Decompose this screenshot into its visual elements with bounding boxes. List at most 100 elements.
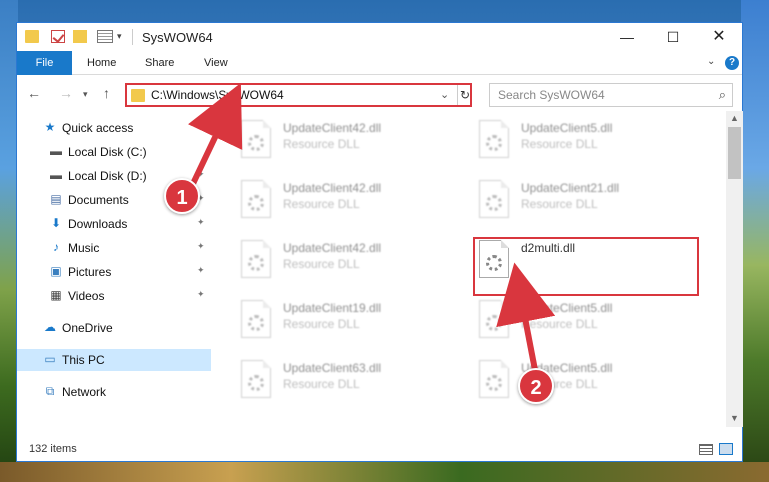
file-item[interactable]: UpdateClient42.dll Resource DLL bbox=[217, 175, 447, 227]
sidebar-item-label: Local Disk (D:) bbox=[68, 169, 147, 183]
address-path[interactable]: C:\Windows\SysWOW64 bbox=[151, 88, 284, 102]
properties-check-icon[interactable] bbox=[51, 30, 65, 43]
quick-access-toolbar-icon[interactable] bbox=[97, 30, 113, 43]
desktop-wallpaper-right bbox=[741, 0, 769, 482]
sidebar-item[interactable]: ▬ Local Disk (C:) bbox=[17, 141, 211, 163]
back-button[interactable]: ← bbox=[27, 85, 41, 101]
close-button[interactable]: ✕ bbox=[696, 23, 742, 51]
file-item[interactable]: UpdateClient63.dll Resource DLL bbox=[217, 355, 447, 407]
sidebar-item-label: OneDrive bbox=[62, 321, 113, 335]
file-name: UpdateClient5.dll bbox=[521, 121, 613, 135]
pin-icon[interactable]: ✦ bbox=[197, 241, 205, 252]
file-explorer-window: ▾ SysWOW64 — ☐ ✕ File Home Share View ⌄ … bbox=[16, 22, 743, 462]
file-name: UpdateClient21.dll bbox=[521, 181, 620, 195]
pictures-icon: ▣ bbox=[50, 264, 62, 278]
search-input[interactable]: Search SysWOW64 ⌕ bbox=[489, 83, 733, 107]
file-name: UpdateClient19.dll bbox=[283, 301, 382, 315]
file-type: Resource DLL bbox=[283, 257, 360, 271]
scroll-down-icon[interactable]: ▼ bbox=[730, 413, 739, 423]
dll-file-icon bbox=[241, 120, 271, 158]
address-bar[interactable]: C:\Windows\SysWOW64 ⌄ ↻ bbox=[125, 83, 472, 107]
ribbon-tabs: File Home Share View ⌄ ? bbox=[17, 51, 742, 75]
gear-icon bbox=[248, 195, 264, 211]
desktop-wallpaper-bottom bbox=[0, 462, 769, 482]
scrollbar-thumb[interactable] bbox=[728, 127, 741, 179]
file-item[interactable]: UpdateClient42.dll Resource DLL bbox=[217, 115, 447, 167]
details-view-icon[interactable] bbox=[699, 444, 713, 455]
dll-file-icon bbox=[241, 180, 271, 218]
file-item[interactable]: UpdateClient21.dll Resource DLL bbox=[455, 175, 685, 227]
dll-file-icon bbox=[479, 300, 509, 338]
tab-view[interactable]: View bbox=[204, 51, 228, 75]
sidebar-item[interactable]: ⬇ Downloads ✦ bbox=[17, 213, 211, 235]
sidebar-item[interactable]: ▣ Pictures ✦ bbox=[17, 261, 211, 283]
refresh-button[interactable]: ↻ bbox=[457, 85, 472, 105]
pin-icon[interactable]: ✦ bbox=[197, 217, 205, 228]
gear-icon bbox=[486, 375, 502, 391]
help-icon[interactable]: ? bbox=[725, 56, 739, 70]
file-type: Resource DLL bbox=[283, 137, 360, 151]
gear-icon bbox=[486, 135, 502, 151]
sidebar-item[interactable]: ▦ Videos ✦ bbox=[17, 285, 211, 307]
up-button[interactable]: ↑ bbox=[103, 85, 110, 101]
file-name: UpdateClient42.dll bbox=[283, 121, 382, 135]
dll-file-icon bbox=[479, 120, 509, 158]
file-item[interactable]: UpdateClient5.dll Resource DLL bbox=[455, 115, 685, 167]
file-item[interactable]: UpdateClient19.dll Resource DLL bbox=[217, 295, 447, 347]
dll-file-icon bbox=[241, 300, 271, 338]
maximize-button[interactable]: ☐ bbox=[650, 23, 696, 51]
tab-share[interactable]: Share bbox=[145, 51, 174, 75]
folder-icon[interactable] bbox=[25, 30, 39, 43]
music-icon: ♪ bbox=[53, 240, 59, 254]
vertical-scrollbar[interactable]: ▲ ▼ bbox=[726, 111, 743, 427]
file-item[interactable]: UpdateClient5.dll Resource DLL bbox=[455, 355, 685, 407]
search-icon[interactable]: ⌕ bbox=[719, 87, 726, 103]
sidebar-item[interactable]: ⧉ Network bbox=[17, 381, 211, 403]
download-icon: ⬇ bbox=[50, 216, 62, 230]
large-icons-view-icon[interactable] bbox=[719, 443, 733, 455]
dll-file-icon bbox=[479, 360, 509, 398]
file-name: UpdateClient5.dll bbox=[521, 301, 613, 315]
pin-icon[interactable]: ✦ bbox=[197, 265, 205, 276]
forward-button[interactable]: → bbox=[59, 85, 73, 101]
pin-icon[interactable]: ✦ bbox=[197, 169, 205, 180]
drive-icon: ▬ bbox=[50, 168, 62, 182]
navigation-bar: ← → ▾ ↑ C:\Windows\SysWOW64 ⌄ ↻ Search S… bbox=[17, 75, 742, 111]
sidebar-item-label: Quick access bbox=[62, 121, 134, 135]
pin-icon[interactable]: ✦ bbox=[197, 289, 205, 300]
tab-file[interactable]: File bbox=[17, 51, 72, 75]
ribbon-expand-icon[interactable]: ⌄ bbox=[707, 56, 715, 67]
sidebar-item[interactable]: ♪ Music ✦ bbox=[17, 237, 211, 259]
status-bar: 132 items bbox=[17, 439, 742, 461]
sidebar-item[interactable]: ★ Quick access bbox=[17, 117, 211, 139]
sidebar-item[interactable]: ▭ This PC bbox=[17, 349, 211, 371]
folder-icon bbox=[131, 89, 145, 102]
minimize-button[interactable]: — bbox=[604, 23, 650, 51]
network-icon: ⧉ bbox=[45, 384, 55, 398]
file-type: Resource DLL bbox=[521, 197, 598, 211]
gear-icon bbox=[248, 255, 264, 271]
cloud-icon: ☁ bbox=[44, 320, 56, 334]
file-type: Resource DLL bbox=[521, 317, 598, 331]
dll-file-icon bbox=[241, 240, 271, 278]
drive-icon: ▬ bbox=[50, 144, 62, 158]
new-folder-icon[interactable] bbox=[73, 30, 87, 43]
recent-locations-button[interactable]: ▾ bbox=[83, 89, 88, 100]
search-placeholder: Search SysWOW64 bbox=[498, 88, 605, 102]
sidebar-item[interactable]: ☁ OneDrive bbox=[17, 317, 211, 339]
file-item[interactable]: UpdateClient42.dll Resource DLL bbox=[217, 235, 447, 287]
gear-icon bbox=[248, 375, 264, 391]
dll-file-icon bbox=[241, 360, 271, 398]
title-separator bbox=[132, 29, 133, 45]
document-icon: ▤ bbox=[50, 192, 62, 206]
file-type: Resource DLL bbox=[283, 317, 360, 331]
scroll-up-icon[interactable]: ▲ bbox=[730, 113, 739, 123]
chevron-down-icon[interactable]: ▾ bbox=[117, 31, 122, 42]
sidebar-item-label: Music bbox=[68, 241, 100, 255]
gear-icon bbox=[248, 135, 264, 151]
tab-home[interactable]: Home bbox=[87, 51, 116, 75]
address-dropdown-icon[interactable]: ⌄ bbox=[440, 88, 449, 101]
callout-2-badge: 2 bbox=[518, 368, 554, 404]
file-item[interactable]: UpdateClient5.dll Resource DLL bbox=[455, 295, 685, 347]
computer-icon: ▭ bbox=[44, 352, 56, 366]
